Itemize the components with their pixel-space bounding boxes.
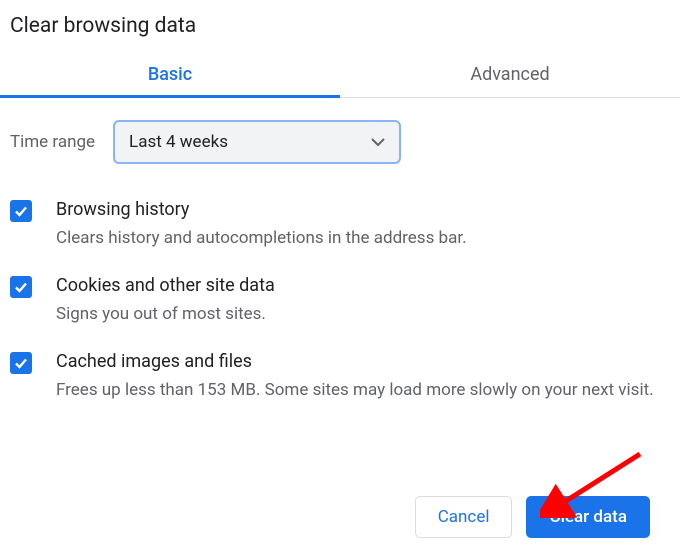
tab-bar: Basic Advanced <box>0 52 680 98</box>
time-range-label: Time range <box>10 132 95 152</box>
checkmark-icon <box>13 355 29 371</box>
option-desc: Clears history and autocompletions in th… <box>56 226 670 252</box>
checkbox-cache[interactable] <box>10 352 32 374</box>
option-cookies: Cookies and other site data Signs you ou… <box>10 256 670 332</box>
clear-data-button-label: Clear data <box>549 507 627 527</box>
option-text: Browsing history Clears history and auto… <box>56 198 670 252</box>
options-list: Browsing history Clears history and auto… <box>0 174 680 407</box>
tab-advanced[interactable]: Advanced <box>340 52 680 97</box>
tab-advanced-label: Advanced <box>470 64 549 85</box>
option-desc: Signs you out of most sites. <box>56 302 670 328</box>
option-browsing-history: Browsing history Clears history and auto… <box>10 180 670 256</box>
time-range-select[interactable]: Last 4 weeks <box>113 120 401 164</box>
checkmark-icon <box>13 203 29 219</box>
clear-browsing-data-dialog: Clear browsing data Basic Advanced Time … <box>0 0 680 554</box>
option-cache: Cached images and files Frees up less th… <box>10 332 670 408</box>
tab-basic-label: Basic <box>148 64 192 85</box>
option-text: Cookies and other site data Signs you ou… <box>56 274 670 328</box>
tab-basic[interactable]: Basic <box>0 52 340 97</box>
option-title: Browsing history <box>56 198 670 222</box>
cancel-button[interactable]: Cancel <box>415 496 513 538</box>
cancel-button-label: Cancel <box>438 507 490 527</box>
time-range-row: Time range Last 4 weeks <box>0 98 680 174</box>
checkmark-icon <box>13 279 29 295</box>
time-range-value: Last 4 weeks <box>129 132 228 152</box>
option-title: Cookies and other site data <box>56 274 670 298</box>
dialog-title: Clear browsing data <box>0 0 680 46</box>
clear-data-button[interactable]: Clear data <box>526 496 650 538</box>
option-text: Cached images and files Frees up less th… <box>56 350 670 404</box>
checkbox-cookies[interactable] <box>10 276 32 298</box>
option-desc: Frees up less than 153 MB. Some sites ma… <box>56 378 670 404</box>
checkbox-browsing-history[interactable] <box>10 200 32 222</box>
option-title: Cached images and files <box>56 350 670 374</box>
chevron-down-icon <box>371 138 385 146</box>
dialog-footer: Cancel Clear data <box>415 496 650 538</box>
